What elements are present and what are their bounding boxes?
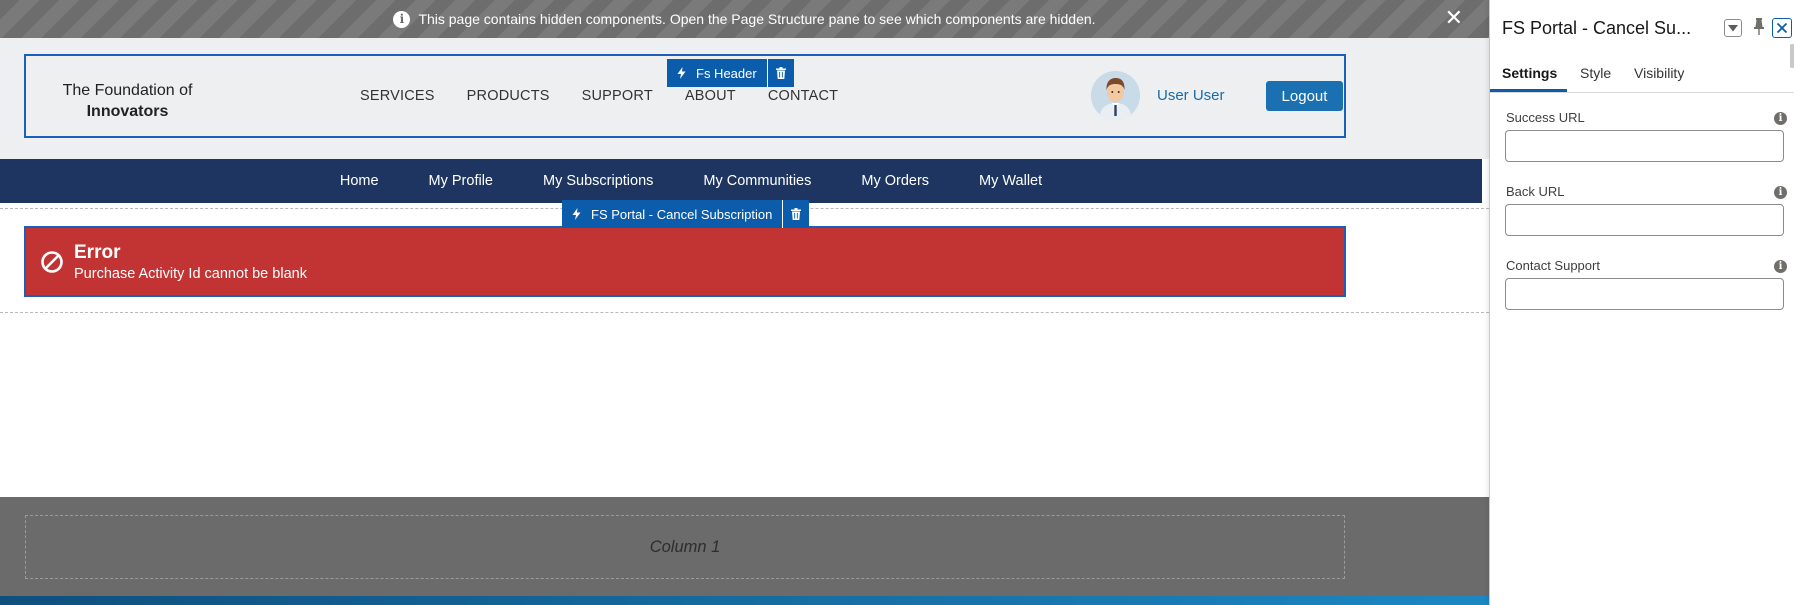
avatar[interactable] <box>1091 71 1140 120</box>
cancel-subscription-tag-text: FS Portal - Cancel Subscription <box>591 206 773 222</box>
active-tab-indicator <box>1490 89 1567 92</box>
error-ban-icon <box>41 251 63 273</box>
trash-icon[interactable] <box>768 59 794 87</box>
property-panel: FS Portal - Cancel Su... Settings Style … <box>1489 0 1794 605</box>
notice-text: This page contains hidden components. Op… <box>418 11 1096 27</box>
pin-icon[interactable] <box>1752 18 1766 36</box>
nav-contact[interactable]: CONTACT <box>768 88 838 104</box>
close-icon[interactable] <box>1772 18 1792 38</box>
logout-button[interactable]: Logout <box>1266 81 1343 111</box>
fs-header-tag: Fs Header <box>667 59 794 87</box>
sub-nav-my-communities[interactable]: My Communities <box>703 173 811 189</box>
info-icon[interactable]: i <box>1774 186 1787 199</box>
hidden-components-notice: i This page contains hidden components. … <box>0 0 1489 38</box>
lightning-icon <box>677 67 686 79</box>
site-logo[interactable]: The Foundation of Innovators <box>55 80 200 122</box>
panel-title: FS Portal - Cancel Su... <box>1502 18 1692 38</box>
footer-column-1[interactable]: Column 1 <box>25 515 1345 579</box>
cancel-subscription-tag-label[interactable]: FS Portal - Cancel Subscription <box>562 200 784 228</box>
cancel-subscription-component[interactable]: Error Purchase Activity Id cannot be bla… <box>24 226 1346 297</box>
sub-nav-my-subscriptions[interactable]: My Subscriptions <box>543 173 653 189</box>
cancel-subscription-tag: FS Portal - Cancel Subscription <box>562 200 810 228</box>
tab-style[interactable]: Style <box>1580 65 1611 93</box>
builder-canvas: i This page contains hidden components. … <box>0 0 1489 605</box>
sub-nav-my-profile[interactable]: My Profile <box>429 173 493 189</box>
sub-nav-home[interactable]: Home <box>340 173 379 189</box>
trash-icon[interactable] <box>783 200 809 228</box>
sub-nav: Home My Profile My Subscriptions My Comm… <box>0 159 1482 203</box>
info-icon: i <box>393 10 411 28</box>
nav-products[interactable]: PRODUCTS <box>467 88 550 104</box>
contact-support-input[interactable] <box>1505 278 1784 310</box>
back-url-label: Back URL <box>1506 184 1565 199</box>
success-url-label: Success URL <box>1506 110 1585 125</box>
footer-bar <box>0 596 1489 605</box>
success-url-input[interactable] <box>1505 130 1784 162</box>
tab-visibility[interactable]: Visibility <box>1634 65 1684 93</box>
sub-nav-my-orders[interactable]: My Orders <box>861 173 929 189</box>
fs-header-tag-label[interactable]: Fs Header <box>667 59 768 87</box>
logo-line2: Innovators <box>86 103 169 120</box>
info-icon[interactable]: i <box>1774 260 1787 273</box>
sub-nav-my-wallet[interactable]: My Wallet <box>979 173 1042 189</box>
error-title: Error <box>74 242 121 263</box>
dropdown-icon[interactable] <box>1724 19 1742 37</box>
contact-support-label: Contact Support <box>1506 258 1600 273</box>
nav-support[interactable]: SUPPORT <box>582 88 653 104</box>
close-icon[interactable]: ✕ <box>1445 7 1463 29</box>
user-name-link[interactable]: User User <box>1157 87 1225 104</box>
error-message: Purchase Activity Id cannot be blank <box>74 266 307 282</box>
top-nav: SERVICES PRODUCTS SUPPORT ABOUT CONTACT <box>360 88 838 104</box>
nav-about[interactable]: ABOUT <box>685 88 736 104</box>
info-icon[interactable]: i <box>1774 112 1787 125</box>
nav-services[interactable]: SERVICES <box>360 88 435 104</box>
fs-header-tag-text: Fs Header <box>696 65 757 81</box>
lightning-icon <box>572 208 581 220</box>
back-url-input[interactable] <box>1505 204 1784 236</box>
logo-line1: The Foundation of <box>62 82 193 99</box>
